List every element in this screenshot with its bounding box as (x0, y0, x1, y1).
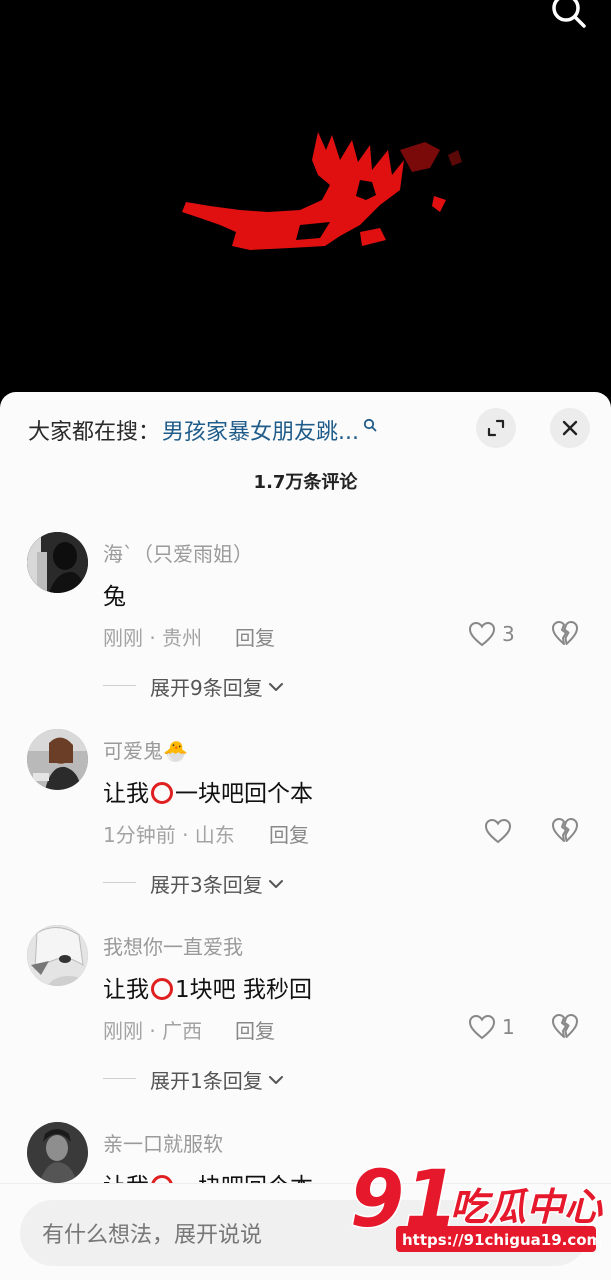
red-circle-emoji (151, 978, 173, 1000)
expand-replies-label: 展开1条回复 (150, 1069, 263, 1093)
like-button[interactable]: 3 (468, 620, 515, 648)
avatar[interactable] (27, 925, 88, 986)
like-count: 1 (502, 1015, 515, 1039)
reply-button[interactable]: 回复 (235, 622, 275, 651)
comment-text: 让我一块吧回个本 (103, 774, 313, 808)
hot-search-row[interactable]: 大家都在搜： 男孩家暴女朋友跳... (28, 414, 377, 446)
expand-replies-label: 展开9条回复 (150, 676, 263, 700)
expand-replies-label: 展开3条回复 (150, 873, 263, 897)
comment-username[interactable]: 可爱鬼🐣 (103, 735, 188, 764)
expand-button[interactable] (476, 408, 516, 448)
dislike-button[interactable] (551, 620, 579, 650)
comment-count: 1.7万条评论 (253, 472, 358, 493)
close-button[interactable] (550, 408, 590, 448)
comment-username[interactable]: 亲一口就服软 (103, 1128, 223, 1157)
expand-replies-button[interactable]: 展开1条回复 (150, 1065, 285, 1094)
comment-meta: 1分钟前 · 山东 (103, 823, 235, 847)
divider (103, 685, 136, 686)
comment-text-start: 让我 (103, 977, 149, 1003)
avatar[interactable] (27, 1122, 88, 1183)
comment-meta: 刚刚 · 贵州 (103, 626, 203, 650)
heart-icon (468, 1014, 496, 1040)
comment-text: 让我 1块吧 我秒回 (103, 970, 312, 1004)
expand-replies-button[interactable]: 展开9条回复 (150, 672, 285, 701)
watermark-name: 吃瓜中心 (450, 1185, 603, 1229)
like-button[interactable]: 1 (468, 1013, 515, 1041)
search-small-icon (363, 418, 377, 432)
reply-button[interactable]: 回复 (235, 1015, 275, 1044)
broken-heart-icon (552, 1014, 578, 1038)
broken-heart-icon (552, 621, 578, 645)
watermark-logo: 91 吃瓜中心 https://91chigua19.com (349, 1154, 610, 1260)
like-button[interactable] (484, 817, 512, 845)
comment-text-end: 1块吧 我秒回 (175, 977, 312, 1003)
red-circle-emoji (151, 782, 173, 804)
divider (103, 882, 136, 883)
video-player[interactable] (0, 0, 611, 400)
comment-text-end: 一块吧回个本 (175, 781, 313, 807)
heart-icon (468, 621, 496, 647)
watermark-url: https://91chigua19.com (402, 1231, 602, 1249)
hot-search-prefix: 大家都在搜： (28, 420, 161, 445)
comment-username[interactable]: 海`（只爱雨姐） (103, 538, 253, 567)
avatar[interactable] (27, 532, 88, 593)
heart-icon (484, 818, 512, 844)
comment-username[interactable]: 我想你一直爱我 (103, 931, 243, 960)
expand-replies-button[interactable]: 展开3条回复 (150, 869, 285, 898)
chevron-down-icon (268, 879, 283, 888)
search-button[interactable] (549, 0, 589, 30)
comments-sheet: 大家都在搜： 男孩家暴女朋友跳... 1.7万条评论 海`（只爱雨姐） 兔 刚刚… (0, 392, 611, 1280)
comment-meta: 刚刚 · 广西 (103, 1019, 203, 1043)
dislike-button[interactable] (551, 817, 579, 847)
dislike-button[interactable] (551, 1013, 579, 1043)
video-frame (182, 132, 462, 250)
avatar[interactable] (27, 729, 88, 790)
reply-button[interactable]: 回复 (269, 819, 309, 848)
chevron-down-icon (268, 682, 283, 691)
broken-heart-icon (552, 818, 578, 842)
comment-item: 海`（只爱雨姐） 兔 刚刚 · 贵州 回复 3 展开9条回复 (0, 532, 611, 728)
divider (103, 1078, 136, 1079)
comment-item: 可爱鬼🐣 让我 一块吧回个本 1分钟前 · 山东 回复 展开3条回复 (0, 729, 611, 925)
hot-search-query[interactable]: 男孩家暴女朋友跳... (162, 414, 359, 446)
comment-text-start: 让我 (103, 781, 149, 807)
expand-icon (487, 419, 505, 437)
like-count: 3 (502, 622, 515, 646)
chevron-down-icon (268, 1075, 283, 1084)
comment-item: 我想你一直爱我 让我 1块吧 我秒回 刚刚 · 广西 回复 1 展开1条回复 (0, 925, 611, 1121)
close-icon (562, 420, 578, 436)
search-icon (552, 0, 586, 28)
comment-text: 兔 (103, 584, 126, 610)
